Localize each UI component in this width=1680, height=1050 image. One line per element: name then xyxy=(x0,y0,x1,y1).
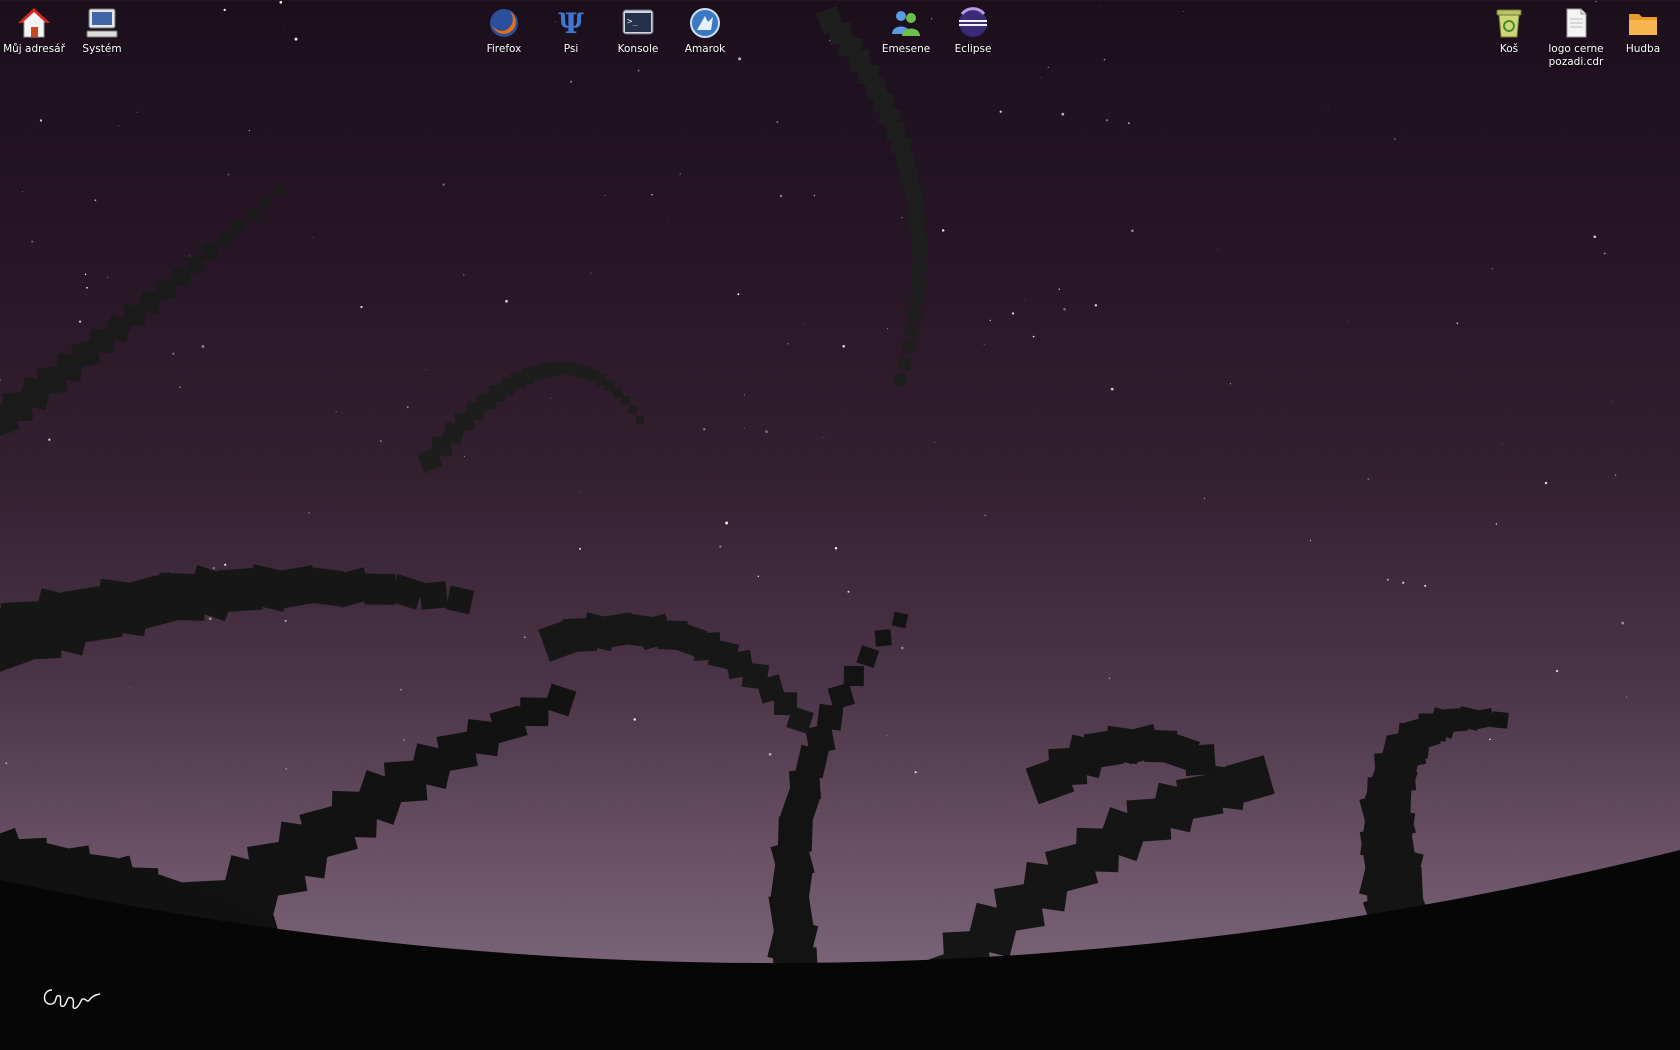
home-icon xyxy=(18,8,50,38)
computer-icon-item[interactable]: Systém xyxy=(63,0,141,56)
document-icon xyxy=(1566,8,1587,38)
folder-icon-label: Hudba xyxy=(1625,43,1661,55)
trash-icon xyxy=(1496,9,1522,38)
amarok-icon-label: Amarok xyxy=(684,43,726,55)
firefox-icon xyxy=(490,9,518,37)
psi-icon: Ψ xyxy=(558,7,584,40)
computer-icon xyxy=(86,8,118,38)
eclipse-icon xyxy=(959,7,987,37)
desktop-wallpaper xyxy=(0,0,1680,1050)
eclipse-icon-item[interactable]: Eclipse xyxy=(934,0,1012,56)
eclipse-icon-label: Eclipse xyxy=(954,43,992,55)
svg-text:Ψ: Ψ xyxy=(558,7,584,40)
terminal-icon: >_ xyxy=(622,9,654,35)
amarok-icon-item[interactable]: Amarok xyxy=(666,0,744,56)
wallpaper-signature xyxy=(43,989,101,1010)
folder-icon xyxy=(1629,14,1657,35)
folder-icon-item[interactable]: Hudba xyxy=(1604,0,1680,56)
svg-text:>_: >_ xyxy=(627,17,638,27)
amarok-icon xyxy=(690,8,720,38)
emesene-icon xyxy=(892,11,920,36)
wallpaper-tentacles xyxy=(0,5,1509,1030)
wallpaper-stars xyxy=(0,0,1628,780)
computer-icon-label: Systém xyxy=(82,43,122,55)
